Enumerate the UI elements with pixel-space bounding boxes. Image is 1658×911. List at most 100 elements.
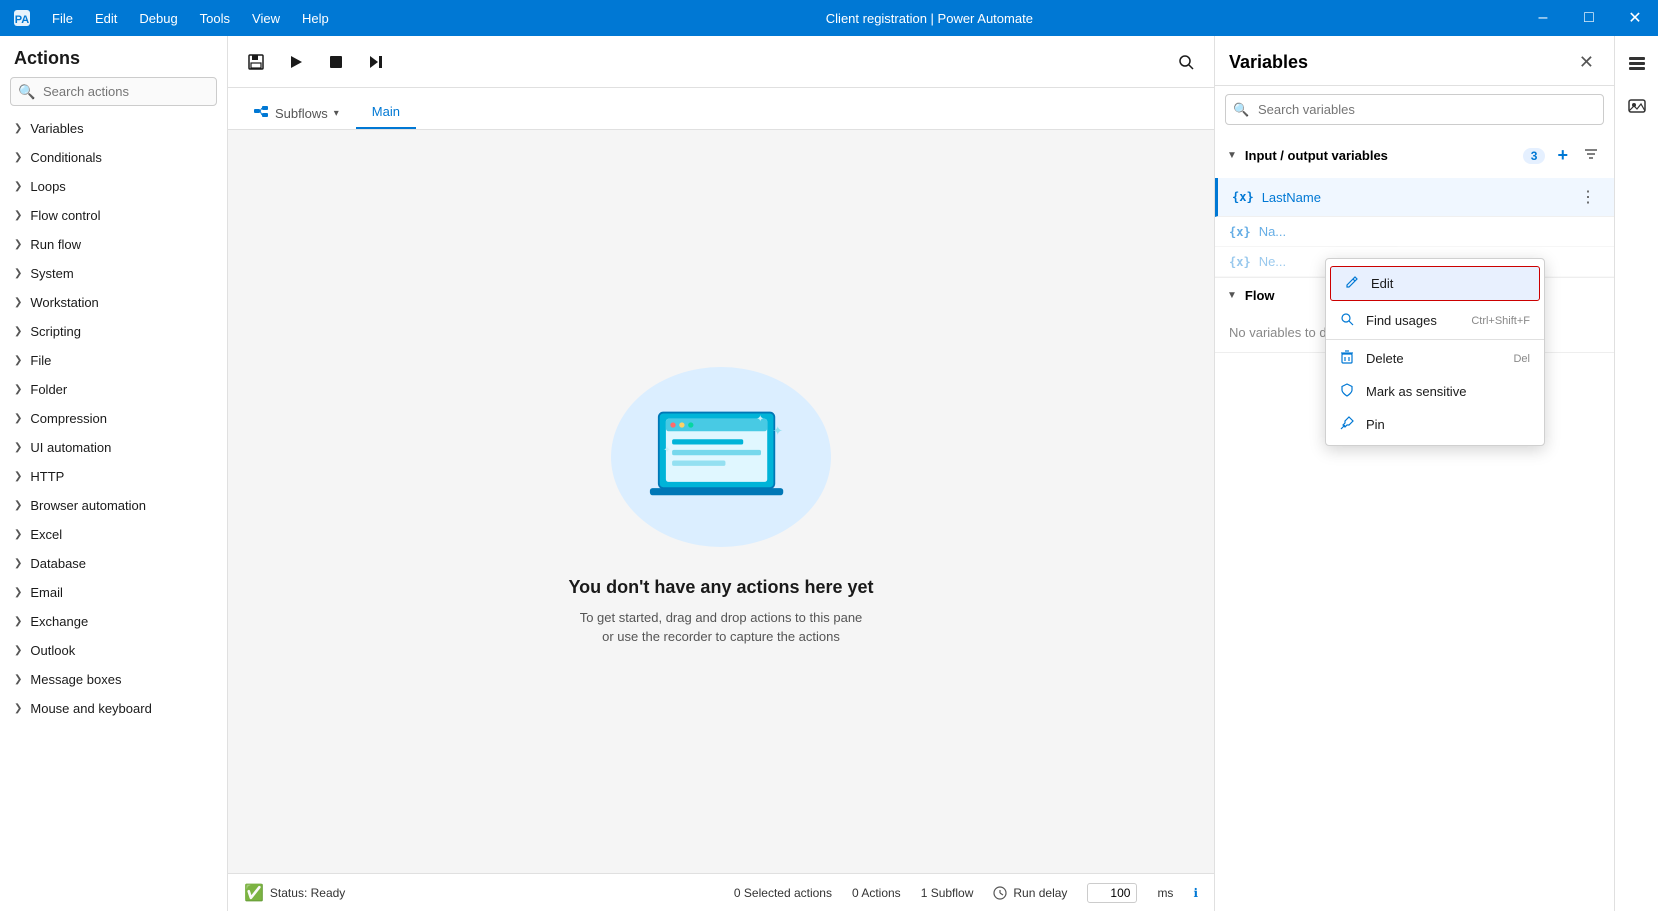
stop-button[interactable] [320,46,352,78]
action-item-browser-automation[interactable]: ❯ Browser automation [0,491,227,520]
action-item-outlook[interactable]: ❯ Outlook [0,636,227,665]
action-item-ui-automation[interactable]: ❯ UI automation [0,433,227,462]
variables-search-input[interactable] [1225,94,1604,125]
delete-shortcut: Del [1513,353,1530,365]
chevron-down-icon: ▾ [334,108,339,119]
action-label: Loops [30,179,65,194]
step-button[interactable] [360,46,392,78]
window-controls: – □ ✕ [1520,0,1658,36]
svg-text:✦: ✦ [663,444,671,454]
variable-icon: {x} [1229,225,1251,239]
chevron-right-icon: ❯ [14,181,22,192]
action-item-compression[interactable]: ❯ Compression [0,404,227,433]
chevron-right-icon: ❯ [14,674,22,685]
image-button[interactable] [1619,88,1655,124]
tab-subflows[interactable]: Subflows ▾ [240,96,352,129]
search-icon [1340,312,1356,329]
context-menu-edit[interactable]: Edit [1330,266,1540,301]
variables-close-button[interactable]: ✕ [1573,48,1600,77]
context-menu-pin[interactable]: Pin [1326,408,1544,441]
action-item-file[interactable]: ❯ File [0,346,227,375]
app-icon: PA [8,4,36,32]
menu-help[interactable]: Help [292,7,339,30]
action-item-flow-control[interactable]: ❯ Flow control [0,201,227,230]
actions-header: Actions [0,36,227,77]
variable-menu-button[interactable]: ⋮ [1576,185,1600,209]
action-item-system[interactable]: ❯ System [0,259,227,288]
actions-search-box: 🔍 [10,77,217,106]
title-bar: PA File Edit Debug Tools View Help Clien… [0,0,1658,36]
maximize-button[interactable]: □ [1566,0,1612,36]
add-variable-button[interactable]: + [1553,143,1572,168]
action-item-email[interactable]: ❯ Email [0,578,227,607]
edit-icon [1345,275,1361,292]
action-item-mouse-keyboard[interactable]: ❯ Mouse and keyboard [0,694,227,723]
context-menu-delete[interactable]: Delete Del [1326,342,1544,375]
action-label: UI automation [30,440,111,455]
context-delete-label: Delete [1366,351,1503,366]
context-edit-label: Edit [1371,276,1525,291]
menu-debug[interactable]: Debug [129,7,187,30]
menu-edit[interactable]: Edit [85,7,127,30]
action-label: Run flow [30,237,81,252]
chevron-right-icon: ❯ [14,587,22,598]
action-item-exchange[interactable]: ❯ Exchange [0,607,227,636]
chevron-right-icon: ❯ [14,442,22,453]
filter-button[interactable] [1580,145,1602,166]
run-button[interactable] [280,46,312,78]
chevron-right-icon: ❯ [14,384,22,395]
action-item-workstation[interactable]: ❯ Workstation [0,288,227,317]
variables-title: Variables [1229,52,1573,73]
side-icons-panel [1614,36,1658,911]
window-title: Client registration | Power Automate [339,11,1520,26]
action-item-message-boxes[interactable]: ❯ Message boxes [0,665,227,694]
layers-button[interactable] [1619,44,1655,80]
status-icon: ✅ [244,883,264,903]
menu-file[interactable]: File [42,7,83,30]
variable-count-badge: 3 [1523,148,1546,164]
chevron-right-icon: ❯ [14,500,22,511]
find-usages-shortcut: Ctrl+Shift+F [1471,315,1530,327]
info-icon[interactable]: ℹ [1193,886,1198,900]
canvas-area: ☛ ✦ ✦ ✦ You don't have any actions here … [228,130,1214,873]
context-menu-divider [1326,339,1544,340]
var-search-icon: 🔍 [1233,102,1249,118]
action-item-scripting[interactable]: ❯ Scripting [0,317,227,346]
action-item-excel[interactable]: ❯ Excel [0,520,227,549]
search-button[interactable] [1170,46,1202,78]
minimize-button[interactable]: – [1520,0,1566,36]
action-item-conditionals[interactable]: ❯ Conditionals [0,143,227,172]
context-menu-find-usages[interactable]: Find usages Ctrl+Shift+F [1326,304,1544,337]
chevron-right-icon: ❯ [14,471,22,482]
context-find-usages-label: Find usages [1366,313,1461,328]
action-item-http[interactable]: ❯ HTTP [0,462,227,491]
menu-view[interactable]: View [242,7,290,30]
section-chevron-down-icon: ▼ [1227,290,1237,301]
variable-name-na: Na... [1259,224,1600,239]
variable-item-lastname[interactable]: {x} LastName ⋮ [1215,178,1614,217]
context-menu-mark-sensitive[interactable]: Mark as sensitive [1326,375,1544,408]
action-label: Database [30,556,86,571]
action-label: Compression [30,411,107,426]
action-item-variables[interactable]: ❯ Variables [0,114,227,143]
action-item-run-flow[interactable]: ❯ Run flow [0,230,227,259]
save-button[interactable] [240,46,272,78]
action-item-folder[interactable]: ❯ Folder [0,375,227,404]
menu-tools[interactable]: Tools [190,7,240,30]
action-label: Variables [30,121,83,136]
close-button[interactable]: ✕ [1612,0,1658,36]
subflow-count: 1 Subflow [921,886,974,900]
action-item-loops[interactable]: ❯ Loops [0,172,227,201]
chevron-right-icon: ❯ [14,268,22,279]
menu-bar: File Edit Debug Tools View Help [42,7,339,30]
tab-main[interactable]: Main [356,96,416,129]
action-label: HTTP [30,469,64,484]
chevron-right-icon: ❯ [14,558,22,569]
actions-search-input[interactable] [10,77,217,106]
run-delay-input[interactable] [1087,883,1137,903]
input-output-header[interactable]: ▼ Input / output variables 3 + [1215,133,1614,178]
variable-item-name[interactable]: {x} Na... [1215,217,1614,247]
chevron-right-icon: ❯ [14,529,22,540]
action-item-database[interactable]: ❯ Database [0,549,227,578]
action-label: Workstation [30,295,98,310]
